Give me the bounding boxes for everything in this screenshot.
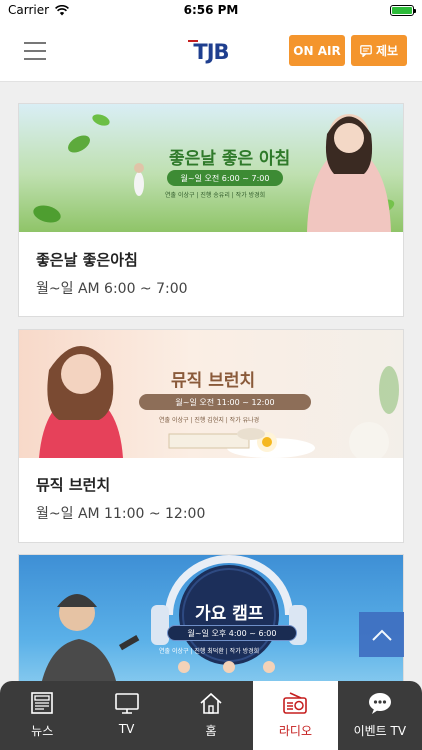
program-time: 월~일 AM 11:00 ~ 12:00 bbox=[36, 506, 206, 522]
banner-schedule: 월~일 오후 4:00 ~ 6:00 bbox=[167, 625, 297, 641]
banner-title: 뮤직 브런치 bbox=[171, 371, 256, 391]
banner-title: 가요 캠프 bbox=[195, 604, 264, 624]
message-icon bbox=[360, 44, 372, 57]
tab-label: 뉴스 bbox=[31, 724, 54, 738]
wifi-icon bbox=[55, 4, 70, 15]
battery-icon bbox=[390, 4, 416, 16]
program-card[interactable]: 좋은날 좋은 아침 월~일 오전 6:00 ~ 7:00 연출 이상구 | 진행… bbox=[18, 103, 404, 317]
event-tv-icon bbox=[368, 693, 391, 714]
banner-schedule: 월~일 오전 11:00 ~ 12:00 bbox=[139, 394, 311, 410]
chevron-up-icon bbox=[371, 629, 392, 641]
program-banner-image: 좋은날 좋은 아침 월~일 오전 6:00 ~ 7:00 연출 이상구 | 진행… bbox=[19, 104, 403, 232]
tab-label: 이벤트 TV bbox=[353, 724, 407, 738]
scroll-to-top-button[interactable] bbox=[359, 612, 404, 657]
status-bar: Carrier 6:56 PM bbox=[0, 0, 422, 20]
tjb-logo[interactable]: TJB bbox=[186, 38, 236, 64]
tab-label: 홈 bbox=[205, 724, 217, 738]
on-air-button[interactable]: ON AIR bbox=[289, 35, 345, 66]
program-card[interactable]: 가요 캠프 월~일 오후 4:00 ~ 6:00 연출 이상구 | 진행 최덕환… bbox=[18, 554, 404, 695]
tab-label: TV bbox=[118, 722, 135, 736]
program-time: 월~일 AM 6:00 ~ 7:00 bbox=[36, 281, 188, 297]
tab-event-tv[interactable]: 이벤트 TV bbox=[338, 681, 422, 750]
banner-credits: 연출 이상구 | 진행 송유리 | 작가 방경희 bbox=[165, 192, 266, 199]
app-header: TJB ON AIR 제보 bbox=[0, 20, 422, 82]
program-title: 좋은날 좋은아침 bbox=[36, 251, 138, 269]
carrier-label: Carrier bbox=[8, 3, 50, 17]
news-icon bbox=[31, 692, 54, 714]
banner-credits: 연출 이상구 | 진행 최덕환 | 작가 방경희 bbox=[159, 648, 260, 655]
report-button[interactable]: 제보 bbox=[351, 35, 407, 66]
program-banner-image: 뮤직 브런치 월~일 오전 11:00 ~ 12:00 연출 이상구 | 진행 … bbox=[19, 330, 403, 458]
tab-news[interactable]: 뉴스 bbox=[0, 681, 84, 750]
tv-icon bbox=[114, 693, 139, 714]
radio-icon bbox=[283, 692, 308, 714]
tab-home[interactable]: 홈 bbox=[169, 681, 253, 750]
program-banner-image: 가요 캠프 월~일 오후 4:00 ~ 6:00 연출 이상구 | 진행 최덕환… bbox=[19, 555, 403, 695]
banner-credits: 연출 이상구 | 진행 김현지 | 작가 유나경 bbox=[159, 417, 260, 424]
tab-tv[interactable]: TV bbox=[84, 681, 168, 750]
tab-radio[interactable]: 라디오 bbox=[253, 681, 338, 750]
report-label: 제보 bbox=[375, 44, 399, 58]
program-title: 뮤직 브런치 bbox=[36, 476, 111, 494]
banner-schedule: 월~일 오전 6:00 ~ 7:00 bbox=[167, 170, 283, 186]
program-card[interactable]: 뮤직 브런치 월~일 오전 11:00 ~ 12:00 연출 이상구 | 진행 … bbox=[18, 329, 404, 543]
svg-text:TJB: TJB bbox=[193, 40, 228, 64]
banner-title: 좋은날 좋은 아침 bbox=[169, 149, 291, 169]
status-right bbox=[390, 4, 416, 16]
bottom-tab-bar: 뉴스 TV 홈 라디오 이벤트 TV bbox=[0, 681, 422, 750]
status-left: Carrier bbox=[8, 3, 70, 17]
menu-icon[interactable] bbox=[24, 42, 46, 60]
tab-label: 라디오 bbox=[278, 724, 312, 738]
home-icon bbox=[200, 692, 222, 714]
